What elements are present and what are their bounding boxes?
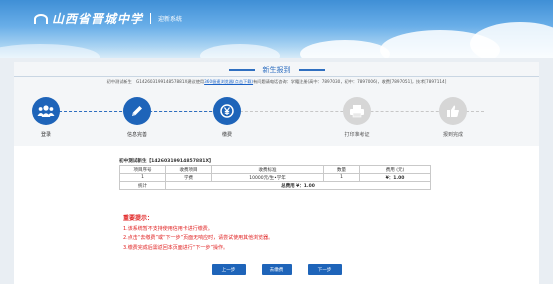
step-print: 打印准考证 bbox=[332, 93, 382, 138]
header-banner: 山西省晋城中学 迎新系统 bbox=[0, 0, 553, 58]
site-logo[interactable]: 山西省晋城中学 迎新系统 bbox=[34, 10, 182, 27]
table-cell: 1 bbox=[119, 173, 166, 182]
school-name: 山西省晋城中学 bbox=[52, 12, 144, 26]
title-rule-right bbox=[298, 69, 325, 71]
column-header: 收费项目 bbox=[165, 165, 212, 174]
pencil-icon bbox=[123, 97, 151, 125]
table-cell: ¥：1.00 bbox=[359, 173, 431, 182]
system-name: 迎新系统 bbox=[158, 16, 183, 23]
column-header: 项目序号 bbox=[119, 165, 166, 174]
cloud-decoration bbox=[200, 44, 280, 58]
fee-table: 项目序号 收费项目 收费标准 数量 费用 (元) 1 学费 10000元/生•学… bbox=[119, 165, 431, 190]
section-divider bbox=[14, 76, 539, 77]
step-payment: 缴费 bbox=[202, 93, 252, 138]
cloud-decoration bbox=[300, 40, 390, 58]
student-info: 初中测试新生【142603199148578​81X】 bbox=[119, 159, 214, 164]
logo-divider bbox=[150, 13, 152, 24]
important-tips: 重要提示： 1.该系统暂不支持使用信用卡进行缴费。 2.点击“去缴费”或“下一步… bbox=[123, 213, 273, 251]
total-label: 统计 bbox=[119, 181, 166, 190]
section-header: 新生报到 bbox=[14, 64, 539, 76]
step-label: 信息完善 bbox=[126, 132, 147, 138]
yuan-icon bbox=[213, 97, 241, 125]
notice-prefix: 初中测试新生 G142603199148578​81X建议使用 bbox=[106, 79, 205, 84]
next-step-button[interactable]: 下一步 bbox=[307, 264, 342, 275]
step-complete: 报到完成 bbox=[428, 93, 478, 138]
title-rule-left bbox=[228, 69, 255, 71]
cloud-decoration bbox=[0, 44, 100, 58]
section-title: 新生报到 bbox=[262, 66, 291, 74]
main-panel: 新生报到 初中测试新生 G142603199148578​81X建议使用360极… bbox=[14, 62, 539, 284]
column-header: 数量 bbox=[323, 165, 360, 174]
table-row: 1 学费 10000元/生•学年 1 ¥：1.00 bbox=[119, 173, 431, 182]
school-emblem-icon bbox=[34, 13, 48, 24]
step-info: 信息完善 bbox=[112, 93, 162, 138]
step-label: 登录 bbox=[40, 132, 51, 138]
payment-content: 初中测试新生【142603199148578​81X】 项目序号 收费项目 收费… bbox=[14, 146, 539, 284]
tips-title: 重要提示： bbox=[123, 215, 154, 222]
thumbs-up-icon bbox=[439, 97, 467, 125]
table-cell: 1 bbox=[323, 173, 360, 182]
tip-line: 1.该系统暂不支持使用信用卡进行缴费。 bbox=[123, 225, 213, 232]
team-icon bbox=[32, 97, 60, 125]
tip-line: 3.缴费完成后需返回本页面进行“下一步”操作。 bbox=[123, 244, 228, 251]
table-total-row: 统计 总费用 ¥：1.00 bbox=[119, 181, 431, 190]
browser-notice: 初中测试新生 G142603199148578​81X建议使用360极速浏览器(… bbox=[14, 79, 539, 85]
table-cell: 10000元/生•学年 bbox=[211, 173, 324, 182]
prev-step-button[interactable]: 上一步 bbox=[211, 264, 246, 275]
column-header: 收费标准 bbox=[211, 165, 324, 174]
step-login: 登录 bbox=[21, 93, 71, 138]
column-header: 费用 (元) bbox=[359, 165, 431, 174]
progress-steps: 登录 信息完善 缴费 打印准考证 报到完成 bbox=[14, 93, 539, 143]
total-value: 总费用 ¥：1.00 bbox=[165, 181, 431, 190]
browser-download-link[interactable]: 360极速浏览器(点击下载) bbox=[204, 79, 253, 84]
action-buttons: 上一步 去缴费 下一步 bbox=[14, 264, 539, 275]
pay-button[interactable]: 去缴费 bbox=[261, 264, 292, 275]
cloud-decoration bbox=[470, 22, 553, 58]
notice-suffix: 有问题请电话咨询：学籍注册(高中：7897030，初中：7897006)，收费[… bbox=[253, 79, 447, 84]
step-label: 报到完成 bbox=[442, 132, 463, 138]
table-header-row: 项目序号 收费项目 收费标准 数量 费用 (元) bbox=[119, 165, 431, 174]
printer-icon bbox=[343, 97, 371, 125]
tip-line: 2.点击“去缴费”或“下一步”页面无响应时，请尝试使用其他浏览器。 bbox=[123, 235, 274, 241]
table-cell: 学费 bbox=[165, 173, 212, 182]
step-label: 打印准考证 bbox=[344, 132, 370, 138]
step-label: 缴费 bbox=[221, 132, 232, 138]
